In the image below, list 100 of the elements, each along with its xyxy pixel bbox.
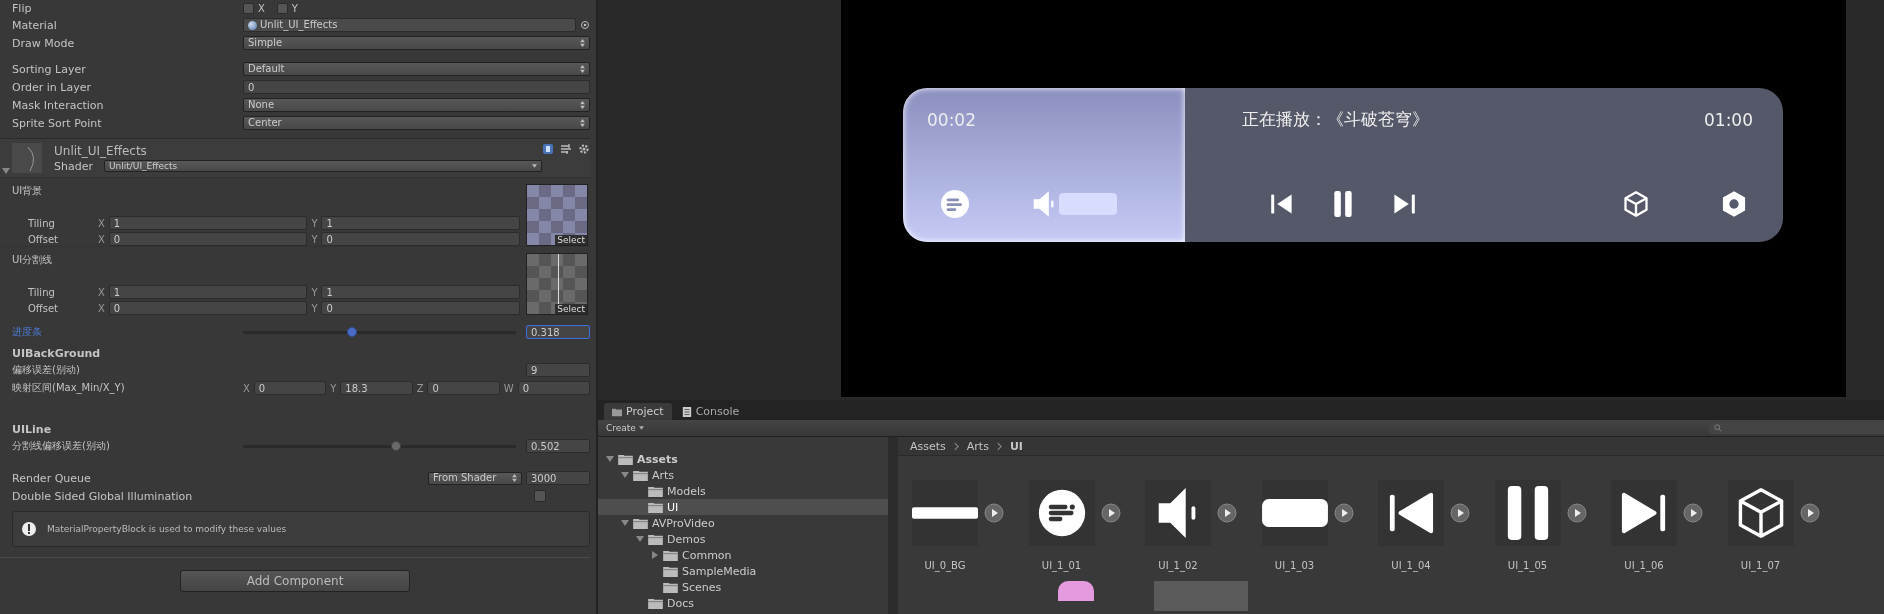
track-title: 正在播放：《斗破苍穹》 xyxy=(1242,108,1430,131)
asset-name[interactable]: UI_1_06 xyxy=(1611,560,1677,571)
folder-item[interactable]: Models xyxy=(598,483,888,499)
search-field[interactable] xyxy=(1708,422,1884,434)
breadcrumb-item[interactable]: UI xyxy=(1009,439,1023,453)
folder-icon xyxy=(648,485,663,497)
folder-item[interactable]: Docs xyxy=(598,595,888,611)
number-field[interactable]: 3000 xyxy=(526,471,590,485)
number-field[interactable]: 1 xyxy=(321,216,520,230)
checkbox[interactable] xyxy=(534,490,546,502)
play-icon[interactable] xyxy=(1799,503,1820,523)
asset-name[interactable]: UI_1_04 xyxy=(1378,560,1444,571)
number-field[interactable]: 0 xyxy=(243,80,590,94)
cube-icon[interactable] xyxy=(1736,486,1785,540)
dropdown[interactable]: From Shader xyxy=(428,471,522,485)
next-icon[interactable] xyxy=(1392,191,1416,217)
number-field[interactable]: 0 xyxy=(108,232,308,246)
checkbox[interactable] xyxy=(276,2,288,14)
play-icon[interactable] xyxy=(1683,503,1703,523)
folder-item[interactable]: SampleMedia xyxy=(598,563,888,579)
cube-icon[interactable] xyxy=(1622,190,1650,218)
folder-item[interactable]: Common xyxy=(598,547,888,563)
target-icon[interactable] xyxy=(580,20,590,30)
dropdown[interactable]: Simple xyxy=(243,36,590,50)
property-label: Tiling xyxy=(27,286,56,298)
axis-label: Y xyxy=(311,233,318,245)
folder-icon xyxy=(663,581,678,593)
help-icon[interactable] xyxy=(542,143,554,155)
panel-tab[interactable]: Project xyxy=(604,403,672,420)
console-icon xyxy=(681,406,692,417)
breadcrumb-item[interactable]: Arts xyxy=(966,439,989,453)
folder-item[interactable]: Demos xyxy=(598,531,888,547)
folder-item[interactable]: Assets xyxy=(598,451,888,467)
number-field[interactable]: 1 xyxy=(108,216,308,230)
number-field[interactable]: 0 xyxy=(321,232,520,246)
asset-name[interactable]: UI_1_07 xyxy=(1727,560,1794,571)
texture-slot[interactable]: Select xyxy=(526,184,588,246)
panel-tab[interactable]: Console xyxy=(673,403,748,420)
asset-name[interactable]: UI_1_02 xyxy=(1145,560,1211,571)
asset-name[interactable]: UI_1_05 xyxy=(1494,560,1561,571)
play-icon[interactable] xyxy=(1450,503,1470,523)
dropdown[interactable]: None xyxy=(243,98,590,112)
dropdown[interactable]: Default xyxy=(243,62,590,76)
number-field[interactable]: 18.3 xyxy=(340,381,413,395)
settings-icon[interactable] xyxy=(1720,190,1748,218)
play-icon[interactable] xyxy=(984,503,1004,523)
pause-icon[interactable] xyxy=(1331,191,1355,217)
folder-item[interactable]: Arts xyxy=(598,467,888,483)
breadcrumb-item[interactable]: Assets xyxy=(910,439,946,453)
number-field[interactable]: 0 xyxy=(108,301,308,315)
play-icon[interactable] xyxy=(1333,503,1354,523)
folder-item[interactable]: UI xyxy=(598,499,888,515)
shader-dropdown[interactable]: Unlit/UI_Effects xyxy=(104,160,542,172)
number-field[interactable]: 0.318 xyxy=(526,325,590,339)
pill-sprite-icon[interactable] xyxy=(1261,499,1328,527)
number-field[interactable]: 0 xyxy=(427,381,500,395)
asset-name[interactable]: UI_1_01 xyxy=(1028,560,1095,571)
slider-thumb[interactable] xyxy=(347,326,358,337)
dropdown-arrow-icon xyxy=(580,119,585,127)
folder-item[interactable]: Scenes xyxy=(598,579,888,595)
number-field[interactable]: 1 xyxy=(321,285,520,299)
property-label: Offset xyxy=(27,302,60,314)
number-field[interactable]: 1 xyxy=(108,285,308,299)
chevron-icon xyxy=(996,441,1002,451)
select-button[interactable]: Select xyxy=(555,304,587,314)
slider-thumb[interactable] xyxy=(390,440,401,451)
create-menu[interactable]: Create xyxy=(606,423,644,433)
previous-icon[interactable] xyxy=(1270,191,1294,217)
number-field[interactable]: 0.502 xyxy=(526,439,590,453)
sliders-icon[interactable] xyxy=(560,143,572,155)
number-field[interactable]: 9 xyxy=(526,363,590,377)
warning-icon xyxy=(21,521,37,537)
axis-label: X xyxy=(243,382,250,394)
number-field[interactable]: 0 xyxy=(321,301,520,315)
property-label: Sprite Sort Point xyxy=(12,116,103,130)
number-field[interactable]: 0 xyxy=(517,381,591,395)
play-icon[interactable] xyxy=(1100,503,1121,523)
settings-icon[interactable] xyxy=(578,143,590,155)
texture-thumbnail[interactable] xyxy=(1154,581,1248,611)
scrollbar[interactable] xyxy=(888,437,898,614)
play-icon[interactable] xyxy=(1217,503,1237,523)
texture-slot[interactable]: Select xyxy=(526,253,588,315)
folder-item[interactable]: AVProVideo xyxy=(598,515,888,531)
asset-name[interactable]: UI_0_BG xyxy=(912,560,978,571)
number-field[interactable]: 0 xyxy=(253,381,327,395)
select-button[interactable]: Select xyxy=(555,235,587,245)
property-label: 映射区间(Max_Min/X_Y) xyxy=(12,381,126,395)
axis-label: X xyxy=(98,286,105,298)
checkbox[interactable] xyxy=(243,2,254,14)
axis-label: Y xyxy=(311,286,318,298)
object-field[interactable]: Unlit_UI_Effects xyxy=(243,18,576,32)
axis-label: W xyxy=(503,382,514,394)
elapsed-time: 00:02 xyxy=(927,109,976,130)
sprite-thumbnail[interactable] xyxy=(1058,581,1094,601)
add-component-button[interactable]: Add Component xyxy=(180,570,410,592)
play-icon[interactable] xyxy=(1566,503,1587,523)
dropdown[interactable]: Center xyxy=(243,116,590,130)
bar-sprite-icon[interactable] xyxy=(912,506,978,520)
collapse-arrow-icon[interactable] xyxy=(2,168,10,174)
asset-name[interactable]: UI_1_03 xyxy=(1261,560,1328,571)
